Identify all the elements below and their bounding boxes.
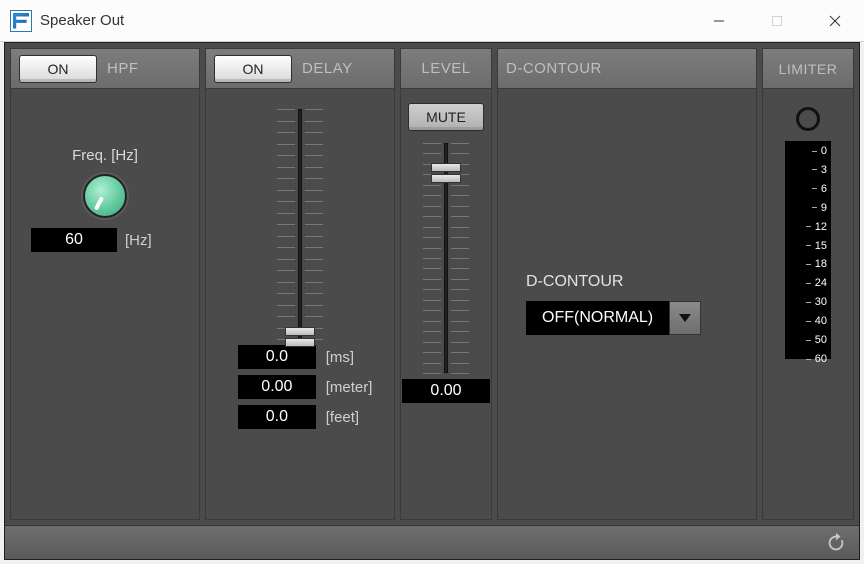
- limiter-scale-label: 18: [806, 258, 827, 270]
- limiter-scale-label: 15: [806, 240, 827, 252]
- hpf-freq-value[interactable]: 60: [31, 228, 117, 252]
- limiter-body: 0 3 6 9 12 15 18 24 30 40 50 60: [763, 89, 853, 519]
- dcontour-dropdown-button[interactable]: [669, 301, 701, 335]
- app-frame: ON HPF Freq. [Hz] 60 [Hz] ON DELAY: [4, 42, 860, 560]
- statusbar: [5, 525, 859, 559]
- limiter-scale-label: 3: [812, 164, 827, 176]
- limiter-scale-label: 12: [806, 221, 827, 233]
- limiter-scale-label: 6: [812, 183, 827, 195]
- dcontour-dropdown[interactable]: OFF(NORMAL): [526, 301, 701, 335]
- limiter-header: LIMITER: [763, 49, 853, 89]
- limiter-scale-label: 0: [812, 145, 827, 157]
- hpf-panel: ON HPF Freq. [Hz] 60 [Hz]: [10, 48, 200, 520]
- level-value[interactable]: 0.00: [402, 379, 490, 403]
- dcontour-header-label: D-CONTOUR: [506, 60, 602, 77]
- limiter-scale-label: 9: [812, 202, 827, 214]
- delay-body: 0.0 [ms] 0.00 [meter] 0.0 [feet]: [206, 89, 394, 519]
- level-panel: LEVEL MUTE 0.00: [400, 48, 492, 520]
- dcontour-panel: D-CONTOUR D-CONTOUR OFF(NORMAL): [497, 48, 757, 520]
- dcontour-value: OFF(NORMAL): [526, 301, 669, 335]
- delay-meter-value[interactable]: 0.00: [238, 375, 316, 399]
- delay-ms-value[interactable]: 0.0: [238, 345, 316, 369]
- app-icon: [10, 10, 32, 32]
- limiter-led: [796, 107, 820, 131]
- dcontour-header: D-CONTOUR: [498, 49, 756, 89]
- delay-ms-unit: [ms]: [326, 349, 380, 366]
- maximize-button[interactable]: [748, 0, 806, 41]
- delay-meter-unit: [meter]: [326, 379, 380, 396]
- delay-feet-unit: [feet]: [326, 409, 380, 426]
- limiter-scale-label: 30: [806, 296, 827, 308]
- hpf-freq-unit: [Hz]: [125, 232, 179, 249]
- limiter-panel: LIMITER 0 3 6 9 12 15 18 24 30 40 50 60: [762, 48, 854, 520]
- limiter-meter: 03691215182430405060: [785, 141, 831, 359]
- minimize-button[interactable]: [690, 0, 748, 41]
- panels: ON HPF Freq. [Hz] 60 [Hz] ON DELAY: [5, 43, 859, 525]
- limiter-scale-label: 24: [806, 277, 827, 289]
- window-title: Speaker Out: [40, 12, 690, 29]
- limiter-scale-label: 40: [806, 315, 827, 327]
- level-slider-thumb[interactable]: [431, 163, 461, 183]
- limiter-header-label: LIMITER: [779, 61, 838, 77]
- window-buttons: [690, 0, 864, 41]
- limiter-scale-label: 50: [806, 334, 827, 346]
- titlebar: Speaker Out: [0, 0, 864, 42]
- dcontour-label: D-CONTOUR: [526, 273, 623, 291]
- delay-header: ON DELAY: [206, 49, 394, 89]
- hpf-on-button[interactable]: ON: [19, 55, 97, 83]
- delay-feet-value[interactable]: 0.0: [238, 405, 316, 429]
- hpf-freq-label: Freq. [Hz]: [11, 147, 199, 164]
- chevron-down-icon: [679, 314, 691, 322]
- close-button[interactable]: [806, 0, 864, 41]
- level-slider[interactable]: [423, 143, 469, 373]
- delay-on-button[interactable]: ON: [214, 55, 292, 83]
- refresh-button[interactable]: [825, 532, 847, 554]
- level-body: MUTE 0.00: [401, 89, 491, 519]
- hpf-header-label: HPF: [107, 60, 139, 77]
- delay-slider-thumb[interactable]: [285, 327, 315, 347]
- delay-header-label: DELAY: [302, 60, 353, 77]
- refresh-icon: [825, 532, 847, 554]
- hpf-header: ON HPF: [11, 49, 199, 89]
- delay-slider[interactable]: [277, 109, 323, 339]
- mute-button[interactable]: MUTE: [408, 103, 484, 131]
- level-header: LEVEL: [401, 49, 491, 89]
- hpf-body: Freq. [Hz] 60 [Hz]: [11, 89, 199, 519]
- limiter-scale-label: 60: [806, 353, 827, 365]
- dcontour-body: D-CONTOUR OFF(NORMAL): [498, 89, 756, 519]
- level-header-label: LEVEL: [421, 60, 470, 77]
- delay-panel: ON DELAY 0.0 [ms] 0.00: [205, 48, 395, 520]
- hpf-freq-knob[interactable]: [83, 174, 127, 218]
